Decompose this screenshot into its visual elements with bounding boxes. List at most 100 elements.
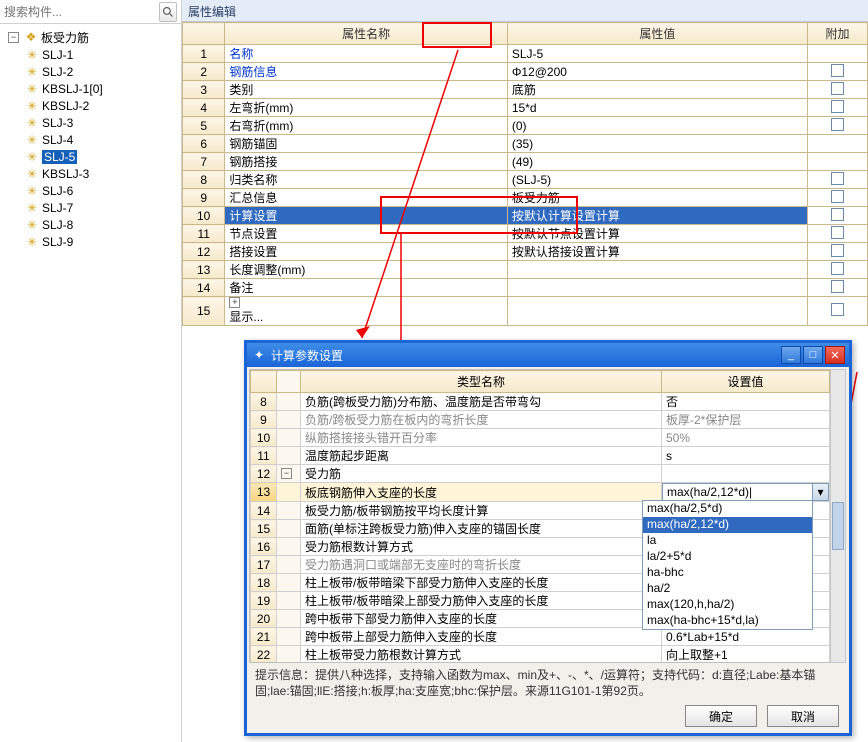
prop-value[interactable]: 按默认计算设置计算 [507,207,807,225]
prop-value[interactable]: 按默认节点设置计算 [507,225,807,243]
col-add-header[interactable]: 附加 [807,23,867,45]
tree-item[interactable]: ✳SLJ-9 [24,233,181,250]
property-row[interactable]: 7钢筋搭接(49) [183,153,868,171]
property-row[interactable]: 15+显示... [183,297,868,326]
col-type-header[interactable]: 类型名称 [301,371,662,393]
param-row[interactable]: 11温度筋起步距离s [251,447,830,465]
param-value[interactable] [662,465,830,483]
prop-value[interactable]: (35) [507,135,807,153]
prop-add[interactable] [807,279,867,297]
combo-option[interactable]: la/2+5*d [643,549,812,565]
param-row[interactable]: 22柱上板带受力筋根数计算方式向上取整+1 [251,646,830,664]
checkbox[interactable] [831,118,844,131]
param-row[interactable]: 8负筋(跨板受力筋)分布筋、温度筋是否带弯勾否 [251,393,830,411]
combo-option[interactable]: max(ha/2,12*d) [643,517,812,533]
tree-item[interactable]: ✳SLJ-3 [24,114,181,131]
prop-add[interactable] [807,243,867,261]
param-value[interactable]: s [662,447,830,465]
checkbox[interactable] [831,208,844,221]
property-row[interactable]: 10计算设置按默认计算设置计算 [183,207,868,225]
scrollbar-thumb[interactable] [832,502,844,550]
collapse-icon[interactable]: − [281,468,292,479]
param-row[interactable]: 12−受力筋 [251,465,830,483]
checkbox[interactable] [831,190,844,203]
col-setval-header[interactable]: 设置值 [662,371,830,393]
search-button[interactable] [159,2,177,22]
expand-icon[interactable]: + [229,297,240,308]
param-value[interactable]: 向上取整+1 [662,646,830,664]
tree-item[interactable]: ✳KBSLJ-3 [24,165,181,182]
prop-add[interactable] [807,153,867,171]
maximize-button[interactable]: □ [803,346,823,364]
tree-item[interactable]: ✳SLJ-4 [24,131,181,148]
prop-value[interactable]: 底筋 [507,81,807,99]
cancel-button[interactable]: 取消 [767,705,839,727]
property-row[interactable]: 3类别底筋 [183,81,868,99]
param-value[interactable]: 否 [662,393,830,411]
checkbox[interactable] [831,172,844,185]
prop-value[interactable]: Φ12@200 [507,63,807,81]
prop-add[interactable] [807,207,867,225]
param-row[interactable]: 9负筋/跨板受力筋在板内的弯折长度板厚-2*保护层 [251,411,830,429]
property-row[interactable]: 1名称SLJ-5 [183,45,868,63]
tree-item[interactable]: ✳SLJ-1 [24,46,181,63]
property-row[interactable]: 2钢筋信息Φ12@200 [183,63,868,81]
collapse-icon[interactable]: − [8,32,19,43]
property-row[interactable]: 9汇总信息板受力筋 [183,189,868,207]
prop-add[interactable] [807,117,867,135]
combo-input[interactable]: max(ha/2,12*d)|▾ [662,483,829,501]
checkbox[interactable] [831,280,844,293]
prop-add[interactable] [807,171,867,189]
combo-option[interactable]: max(ha/2,5*d) [643,501,812,517]
property-row[interactable]: 12搭接设置按默认搭接设置计算 [183,243,868,261]
prop-add[interactable] [807,297,867,326]
prop-value[interactable] [507,261,807,279]
checkbox[interactable] [831,226,844,239]
prop-add[interactable] [807,261,867,279]
prop-value[interactable]: 按默认搭接设置计算 [507,243,807,261]
col-value-header[interactable]: 属性值 [507,23,807,45]
property-row[interactable]: 4左弯折(mm)15*d [183,99,868,117]
prop-value[interactable]: (0) [507,117,807,135]
param-value[interactable]: 0.6*Lab+15*d [662,628,830,646]
tree-item[interactable]: ✳SLJ-2 [24,63,181,80]
ok-button[interactable]: 确定 [685,705,757,727]
property-row[interactable]: 11节点设置按默认节点设置计算 [183,225,868,243]
prop-add[interactable] [807,135,867,153]
tree-item[interactable]: ✳SLJ-7 [24,199,181,216]
minimize-button[interactable]: _ [781,346,801,364]
tree-item[interactable]: ✳SLJ-5 [24,148,181,165]
scrollbar[interactable] [830,369,846,663]
combo-option[interactable]: ha-bhc [643,565,812,581]
checkbox[interactable] [831,244,844,257]
property-row[interactable]: 6钢筋锚固(35) [183,135,868,153]
param-value[interactable]: 50% [662,429,830,447]
chevron-down-icon[interactable]: ▾ [812,484,828,500]
prop-value[interactable]: (SLJ-5) [507,171,807,189]
prop-add[interactable] [807,189,867,207]
checkbox[interactable] [831,64,844,77]
prop-add[interactable] [807,225,867,243]
close-button[interactable]: ✕ [825,346,845,364]
property-row[interactable]: 5右弯折(mm)(0) [183,117,868,135]
tree-root[interactable]: − ❖ 板受力筋 [0,28,181,46]
tree-item[interactable]: ✳SLJ-8 [24,216,181,233]
checkbox[interactable] [831,82,844,95]
checkbox[interactable] [831,303,844,316]
combo-option[interactable]: max(ha-bhc+15*d,la) [643,613,812,629]
param-row[interactable]: 13板底钢筋伸入支座的长度max(ha/2,12*d)|▾ [251,483,830,502]
dialog-titlebar[interactable]: ✦ 计算参数设置 _ □ ✕ [247,343,849,367]
prop-value[interactable]: 板受力筋 [507,189,807,207]
combo-option[interactable]: ha/2 [643,581,812,597]
prop-value[interactable] [507,297,807,326]
prop-add[interactable] [807,81,867,99]
param-value[interactable]: 板厚-2*保护层 [662,411,830,429]
prop-add[interactable] [807,63,867,81]
tree-item[interactable]: ✳KBSLJ-1[0] [24,80,181,97]
property-row[interactable]: 13长度调整(mm) [183,261,868,279]
prop-add[interactable] [807,99,867,117]
tree-item[interactable]: ✳KBSLJ-2 [24,97,181,114]
param-row[interactable]: 21跨中板带上部受力筋伸入支座的长度0.6*Lab+15*d [251,628,830,646]
checkbox[interactable] [831,262,844,275]
prop-value[interactable] [507,279,807,297]
